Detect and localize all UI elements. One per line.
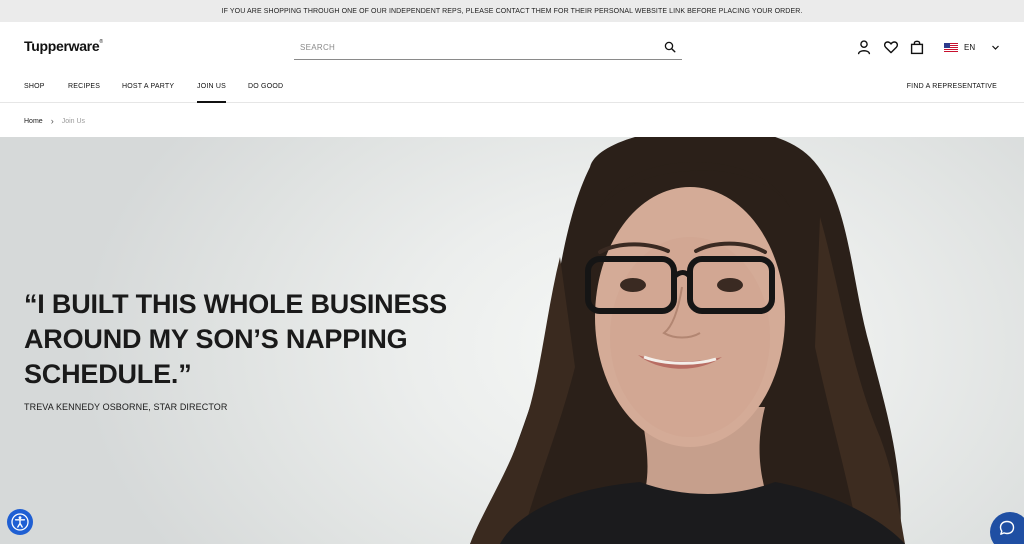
language-selector[interactable]: EN	[944, 40, 1000, 54]
heart-icon[interactable]	[883, 39, 899, 55]
bag-icon[interactable]	[909, 39, 925, 55]
hero-quote: “I BUILT THIS WHOLE BUSINESS AROUND MY S…	[24, 287, 484, 392]
nav-item-recipes[interactable]: RECIPES	[68, 83, 100, 90]
nav-item-do-good[interactable]: DO GOOD	[248, 83, 283, 90]
hero-quote-line-1: “I BUILT THIS WHOLE BUSINESS	[24, 289, 447, 319]
chat-button[interactable]	[990, 512, 1024, 544]
accessibility-icon	[11, 513, 29, 531]
us-flag-icon	[944, 42, 958, 52]
language-label: EN	[964, 42, 976, 52]
search-icon[interactable]	[664, 41, 676, 53]
logo-text: Tupperware	[24, 38, 100, 54]
chevron-down-icon	[992, 45, 1000, 50]
breadcrumb-current: Join Us	[61, 117, 86, 125]
announcement-bar: IF YOU ARE SHOPPING THROUGH ONE OF OUR I…	[0, 0, 1024, 22]
chat-bubble-icon	[999, 520, 1015, 535]
logo-registered-mark: ®	[99, 39, 103, 45]
site-header: Tupperware® EN	[0, 22, 1024, 72]
breadcrumb-home[interactable]: Home	[24, 118, 43, 125]
breadcrumb-separator: ›	[50, 116, 54, 126]
hero-quote-line-2: AROUND MY SON’S NAPPING	[24, 324, 408, 354]
logo[interactable]: Tupperware®	[24, 38, 103, 54]
main-nav: SHOP RECIPES HOST A PARTY JOIN US DO GOO…	[0, 72, 1024, 103]
nav-item-join-us[interactable]: JOIN US	[197, 83, 227, 103]
search-input[interactable]	[294, 43, 654, 52]
account-icon[interactable]	[856, 39, 872, 55]
find-representative-link[interactable]: FIND A REPRESENTATIVE	[907, 83, 997, 90]
search-bar	[294, 36, 682, 60]
hero-attribution: TREVA KENNEDY OSBORNE, STAR DIRECTOR	[24, 402, 228, 412]
nav-item-host-a-party[interactable]: HOST A PARTY	[122, 83, 174, 90]
breadcrumb: Home › Join Us	[24, 116, 85, 126]
hero-quote-line-3: SCHEDULE.”	[24, 359, 192, 389]
nav-item-shop[interactable]: SHOP	[24, 83, 45, 90]
accessibility-button[interactable]	[7, 509, 33, 535]
hero-banner: “I BUILT THIS WHOLE BUSINESS AROUND MY S…	[0, 137, 1024, 544]
announcement-text: IF YOU ARE SHOPPING THROUGH ONE OF OUR I…	[221, 7, 803, 15]
